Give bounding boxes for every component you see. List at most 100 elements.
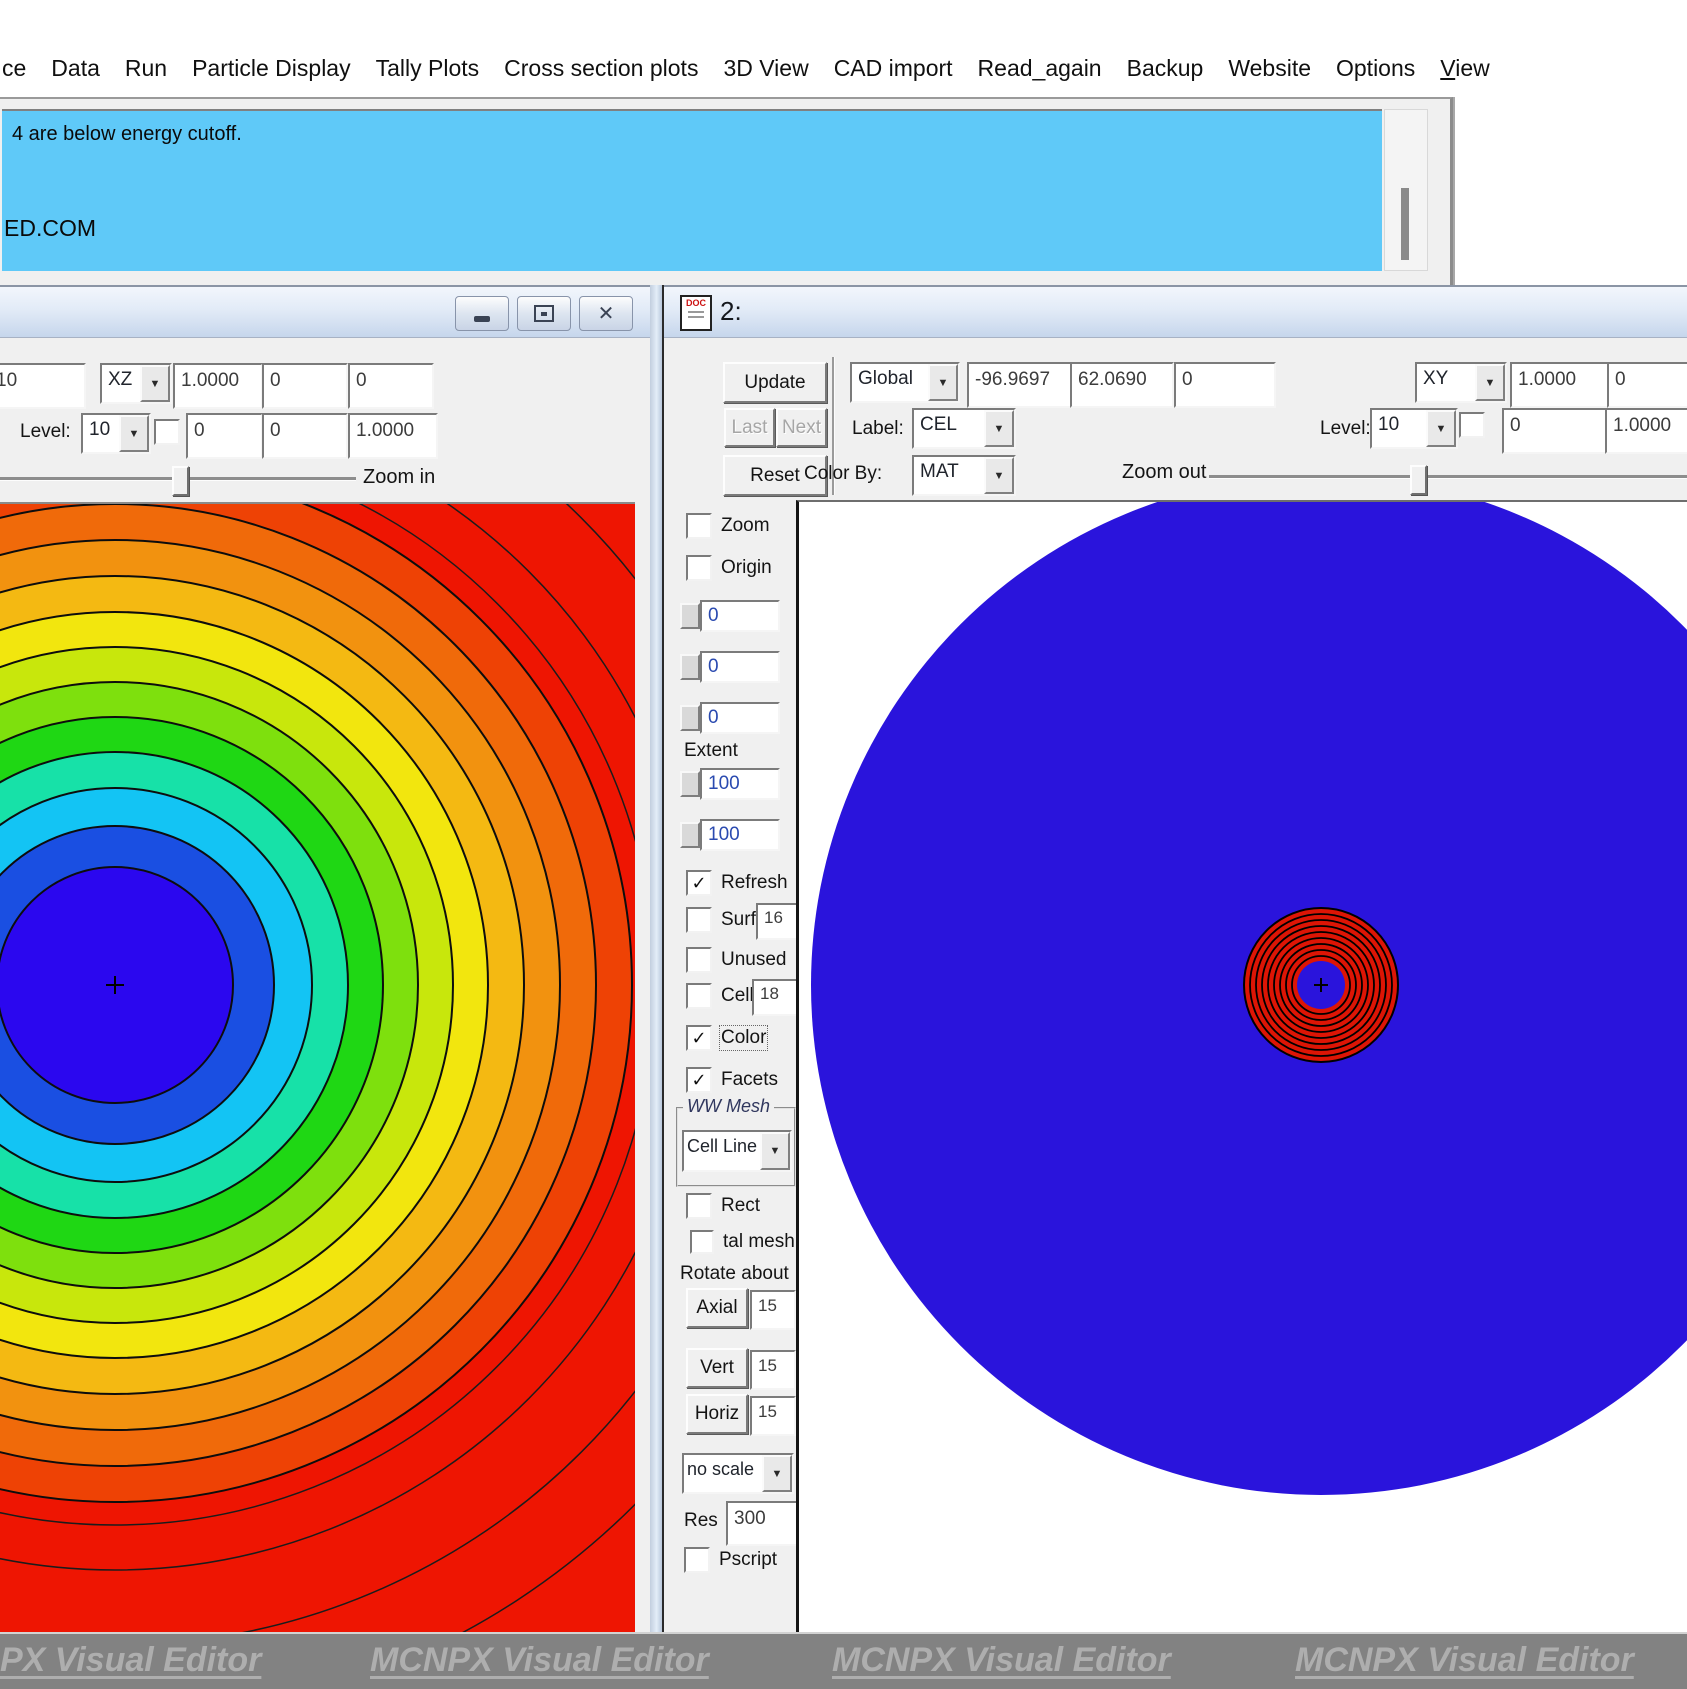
label-value: CEL	[920, 414, 957, 435]
dropdown-arrow-icon[interactable]	[760, 1132, 790, 1170]
close-button[interactable]	[579, 296, 633, 331]
w1-zoom-slider-thumb[interactable]	[172, 466, 189, 496]
origin-y-spinner[interactable]: 0	[680, 651, 780, 683]
dropdown-arrow-icon[interactable]	[984, 410, 1014, 447]
ww-mesh-dropdown[interactable]: Cell Line	[682, 1130, 792, 1172]
surf-checkbox[interactable]: Surf	[686, 907, 756, 933]
next-button[interactable]: Next	[776, 408, 827, 447]
axial-button[interactable]: Axial	[686, 1288, 748, 1328]
tal-mesh-checkbox[interactable]: tal mesh	[690, 1230, 795, 1254]
spinner-handle[interactable]	[680, 603, 700, 629]
menu-item-run[interactable]: Run	[125, 55, 167, 82]
menu-item-clipped[interactable]: ce	[2, 55, 26, 82]
refresh-checkbox[interactable]: ✓ Refresh	[686, 870, 788, 896]
w1-row2-checkbox[interactable]	[154, 419, 180, 445]
dropdown-arrow-icon[interactable]	[140, 365, 170, 402]
w2-level-dropdown[interactable]: 10	[1370, 408, 1458, 449]
menu-item-cad-import[interactable]: CAD import	[834, 55, 953, 82]
dropdown-arrow-icon[interactable]	[928, 364, 958, 401]
maximize-button[interactable]	[517, 296, 571, 331]
scale-dropdown[interactable]: no scale	[682, 1453, 794, 1494]
menu-item-data[interactable]: Data	[51, 55, 100, 82]
checkbox-box	[684, 1547, 710, 1573]
spinner-value[interactable]: 0	[700, 702, 780, 734]
w1-zoom-field[interactable]: 1.0000	[173, 363, 263, 409]
origin-z-spinner[interactable]: 0	[680, 702, 780, 734]
cell-checkbox[interactable]: Cell	[686, 983, 754, 1009]
message-scrollbar[interactable]	[1384, 109, 1428, 271]
res-field[interactable]: 300	[726, 1501, 800, 1546]
zoom-checkbox[interactable]: Zoom	[686, 513, 770, 539]
rect-checkbox[interactable]: Rect	[686, 1193, 760, 1219]
mode-dropdown[interactable]: Global	[850, 362, 960, 403]
w1-y-field[interactable]: 0	[348, 363, 434, 409]
vert-angle-field[interactable]: 15	[750, 1350, 796, 1390]
menu-item-read-again[interactable]: Read_again	[978, 55, 1102, 82]
menu-item-particle-display[interactable]: Particle Display	[192, 55, 351, 82]
menu-item-tally-plots[interactable]: Tally Plots	[376, 55, 480, 82]
pscript-checkbox[interactable]: Pscript	[684, 1547, 777, 1573]
color-by-dropdown[interactable]: MAT	[912, 455, 1016, 496]
spinner-handle[interactable]	[680, 705, 700, 731]
spinner-value[interactable]: 100	[700, 819, 780, 851]
output-message-window: 4 are below energy cutoff. ED.COM	[0, 97, 1453, 287]
menu-item-cross-section-plots[interactable]: Cross section plots	[504, 55, 698, 82]
origin-z-field[interactable]: 0	[1174, 362, 1276, 408]
spinner-value[interactable]: 0	[700, 651, 780, 683]
w1-b-field[interactable]: 0	[262, 413, 348, 459]
w1-level-dropdown[interactable]: 10	[81, 413, 151, 454]
dropdown-arrow-icon[interactable]	[1426, 410, 1456, 447]
geometry-plot-left[interactable]	[0, 502, 635, 1632]
spinner-handle[interactable]	[680, 822, 700, 848]
geometry-plot-right[interactable]	[796, 500, 1687, 1634]
vert-button[interactable]: Vert	[686, 1348, 748, 1388]
horiz-angle-field[interactable]: 15	[750, 1396, 796, 1436]
w2-b-field[interactable]: 1.0000	[1605, 408, 1687, 454]
menu-item-3d-view[interactable]: 3D View	[723, 55, 808, 82]
window2-titlebar[interactable]: DOC 2:	[664, 285, 1687, 338]
last-button[interactable]: Last	[724, 408, 775, 447]
w2-a-field[interactable]: 0	[1502, 408, 1610, 454]
unused-checkbox[interactable]: Unused	[686, 947, 787, 973]
origin-checkbox[interactable]: Origin	[686, 555, 772, 581]
facets-checkbox[interactable]: ✓ Facets	[686, 1067, 778, 1093]
w1-plane-dropdown[interactable]: XZ	[100, 363, 172, 404]
spinner-handle[interactable]	[680, 771, 700, 797]
menu-item-view[interactable]: View	[1440, 55, 1489, 82]
label-dropdown[interactable]: CEL	[912, 408, 1016, 449]
menu-item-website[interactable]: Website	[1228, 55, 1311, 82]
extent-x-spinner[interactable]: 100	[680, 768, 780, 800]
w1-a-field[interactable]: 0	[186, 413, 263, 459]
minimize-button[interactable]	[455, 296, 509, 331]
dropdown-arrow-icon[interactable]	[984, 457, 1014, 494]
dropdown-arrow-icon[interactable]	[119, 415, 149, 452]
cell-number-field[interactable]: 18	[752, 979, 802, 1016]
w1-basis-field[interactable]: 10	[0, 363, 86, 409]
menu-item-backup[interactable]: Backup	[1127, 55, 1204, 82]
w1-x-field[interactable]: 0	[262, 363, 348, 409]
w2-extra-field[interactable]: 0	[1607, 362, 1687, 408]
color-checkbox[interactable]: ✓ Color	[686, 1025, 769, 1051]
scrollbar-thumb[interactable]	[1401, 188, 1409, 260]
w1-c-field[interactable]: 1.0000	[348, 413, 438, 459]
w2-row2-checkbox[interactable]	[1459, 412, 1485, 438]
w2-plane-dropdown[interactable]: XY	[1415, 362, 1507, 403]
update-button[interactable]: Update	[723, 362, 827, 403]
dropdown-arrow-icon[interactable]	[762, 1455, 792, 1492]
output-message-area[interactable]: 4 are below energy cutoff. ED.COM	[2, 109, 1382, 271]
spinner-value[interactable]: 0	[700, 600, 780, 632]
spinner-value[interactable]: 100	[700, 768, 780, 800]
window1-titlebar[interactable]	[0, 285, 650, 338]
origin-x-field[interactable]: -96.9697	[967, 362, 1072, 408]
w2-zoom-slider-thumb[interactable]	[1410, 465, 1427, 495]
origin-y-field[interactable]: 62.0690	[1070, 362, 1174, 408]
dropdown-arrow-icon[interactable]	[1475, 364, 1505, 401]
menu-item-options[interactable]: Options	[1336, 55, 1415, 82]
spinner-handle[interactable]	[680, 654, 700, 680]
origin-x-spinner[interactable]: 0	[680, 600, 780, 632]
w2-zoom-slider-track[interactable]	[1209, 475, 1687, 479]
horiz-button[interactable]: Horiz	[686, 1394, 748, 1434]
axial-angle-field[interactable]: 15	[750, 1290, 796, 1330]
w2-zoom-field[interactable]: 1.0000	[1510, 362, 1610, 408]
extent-y-spinner[interactable]: 100	[680, 819, 780, 851]
